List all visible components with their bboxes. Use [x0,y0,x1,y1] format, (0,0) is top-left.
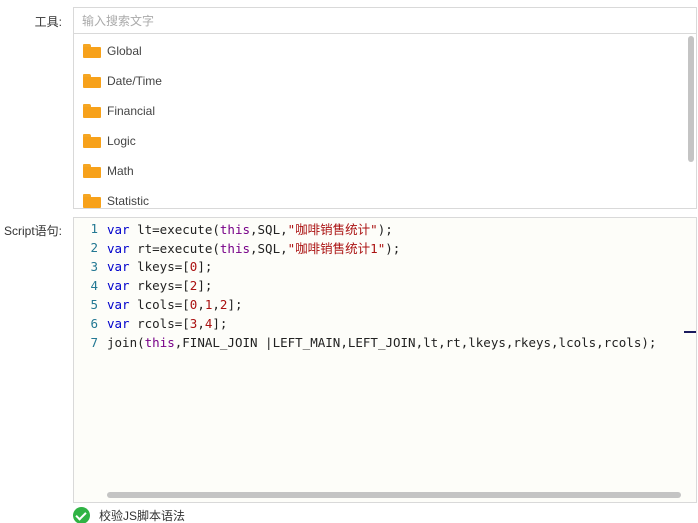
tree-item-math[interactable]: Math [83,161,134,181]
tools-label: 工具: [34,15,62,29]
code-text: var rt=execute(this,SQL,"咖啡销售统计1"); [107,238,400,257]
tree-item-label: Logic [107,134,136,148]
code-token: ); [377,222,393,237]
line-number: 2 [90,240,98,255]
line-number: 7 [90,335,98,350]
code-token: ]; [197,278,213,293]
folder-icon [83,104,101,118]
code-token: var [107,222,130,237]
tree-item-statistic[interactable]: Statistic [83,191,150,208]
folder-icon [83,164,101,178]
tree-item-label: Math [107,164,134,178]
script-editor[interactable]: 1 var lt=execute(this,SQL,"咖啡销售统计"); 2 var … [73,217,697,503]
code-token: var [107,297,130,312]
code-token: rcols=[ [129,316,190,331]
search-input[interactable] [73,7,697,34]
folder-icon [83,134,101,148]
code-token: lt=execute( [129,222,220,237]
code-token: this [219,241,250,256]
code-text: var rcols=[3,4]; [107,316,227,331]
tree-item-label: Date/Time [107,74,162,88]
code-token: , [197,316,205,331]
tree-scrollbar-thumb[interactable] [688,36,694,162]
validate-label: 校验JS脚本语法 [99,509,186,523]
code-token: ]; [197,259,213,274]
tree-item-logic[interactable]: Logic [83,131,136,151]
code-text: var lcols=[0,1,2]; [107,297,243,312]
code-line[interactable]: 1 var lt=execute(this,SQL,"咖啡销售统计"); [74,219,393,238]
code-token: var [107,241,130,256]
code-token: lkeys=[ [129,259,190,274]
code-text: var lkeys=[0]; [107,259,212,274]
line-number: 4 [90,278,98,293]
tree-item-label: Financial [107,104,156,118]
code-line[interactable]: 3 var lkeys=[0]; [74,257,212,276]
code-line[interactable]: 6 var rcols=[3,4]; [74,314,227,333]
code-token: lcols=[ [129,297,190,312]
code-token: join( [107,335,145,350]
code-token: this [144,335,175,350]
line-number: 1 [90,221,98,236]
code-token: rt=execute( [129,241,220,256]
line-number: 5 [90,297,98,312]
code-line[interactable]: 4 var rkeys=[2]; [74,276,212,295]
tree-item-label: Statistic [107,194,150,208]
editor-horizontal-scrollbar[interactable] [107,492,681,498]
line-number: 3 [90,259,98,274]
code-token: "咖啡销售统计" [287,222,378,237]
code-token: var [107,259,130,274]
validate-js-syntax[interactable]: 校验JS脚本语法 [73,507,185,523]
code-line[interactable]: 7 join(this,FINAL_JOIN |LEFT_MAIN,LEFT_JO… [74,333,656,352]
tree-scrollbar[interactable] [688,36,694,206]
tree-item-global[interactable]: Global [83,41,142,61]
tree-item-label: Global [107,44,142,58]
code-token: ]; [227,297,243,312]
code-line[interactable]: 2 var rt=execute(this,SQL,"咖啡销售统计1"); [74,238,400,257]
overview-ruler-cursor [684,331,696,333]
code-token: ,FINAL_JOIN |LEFT_MAIN,LEFT_JOIN,lt,rt,l… [174,335,657,350]
script-label: Script语句: [3,224,62,238]
folder-icon [83,74,101,88]
code-token: ,SQL, [250,222,288,237]
code-token: ]; [212,316,228,331]
code-token: "咖啡销售统计1" [287,241,386,256]
code-text: var rkeys=[2]; [107,278,212,293]
code-token: ,SQL, [250,241,288,256]
line-number: 6 [90,316,98,331]
code-token: rkeys=[ [129,278,190,293]
code-token: var [107,316,130,331]
code-token: , [197,297,205,312]
code-token: , [212,297,220,312]
code-text: join(this,FINAL_JOIN |LEFT_MAIN,LEFT_JOI… [107,335,656,350]
tree-item-datetime[interactable]: Date/Time [83,71,162,91]
folder-icon [83,194,101,208]
tree-item-financial[interactable]: Financial [83,101,155,121]
function-tree: Global Date/Time Financial Logic Math St… [73,34,697,209]
folder-icon [83,44,101,58]
check-circle-icon [73,507,90,523]
code-token: ); [385,241,401,256]
code-text: var lt=execute(this,SQL,"咖啡销售统计"); [107,219,393,238]
code-token: var [107,278,130,293]
code-token: this [219,222,250,237]
code-line[interactable]: 5 var lcols=[0,1,2]; [74,295,243,314]
